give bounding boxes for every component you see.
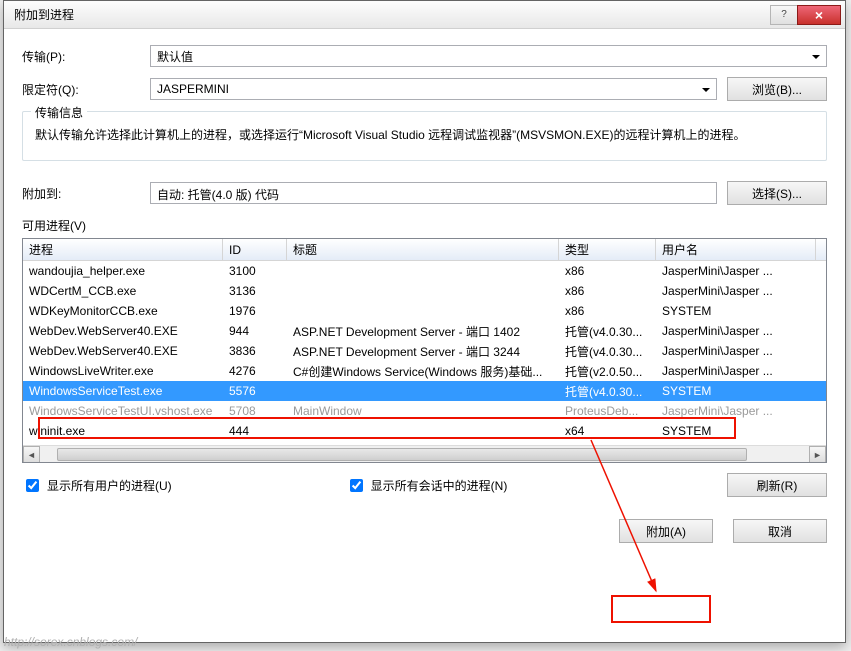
cell-id: 4276 bbox=[223, 364, 287, 378]
cell-user: JasperMini\Jasper ... bbox=[656, 344, 816, 358]
cell-title: ASP.NET Development Server - 端口 3244 bbox=[287, 343, 559, 360]
cell-proc: WindowsLiveWriter.exe bbox=[23, 364, 223, 378]
window-title: 附加到进程 bbox=[14, 6, 771, 23]
table-row[interactable]: WindowsServiceTestUI.vshost.exe5708MainW… bbox=[23, 401, 826, 421]
bottom-buttons: 附加(A) 取消 bbox=[22, 519, 827, 543]
cell-id: 3100 bbox=[223, 264, 287, 278]
show-all-users-checkbox[interactable] bbox=[26, 479, 39, 492]
cell-id: 5708 bbox=[223, 404, 287, 418]
cell-id: 3836 bbox=[223, 344, 287, 358]
scroll-thumb[interactable] bbox=[57, 448, 747, 461]
cancel-button[interactable]: 取消 bbox=[733, 519, 827, 543]
list-body: wandoujia_helper.exe3100x86JasperMini\Ja… bbox=[23, 261, 826, 445]
cell-id: 5576 bbox=[223, 384, 287, 398]
help-icon[interactable]: ? bbox=[770, 5, 798, 25]
available-label: 可用进程(V) bbox=[22, 217, 827, 234]
attach-to-value: 自动: 托管(4.0 版) 代码 bbox=[157, 188, 279, 202]
dialog-content: 传输(P): 默认值 限定符(Q): JASPERMINI 浏览(B)... 传… bbox=[4, 29, 845, 555]
transport-info-text: 默认传输允许选择此计算机上的进程，或选择运行“Microsoft Visual … bbox=[35, 122, 814, 148]
cell-user: SYSTEM bbox=[656, 424, 816, 438]
dialog-window: 附加到进程 ? × 传输(P): 默认值 限定符(Q): JASPERMINI … bbox=[3, 0, 846, 643]
col-id[interactable]: ID bbox=[223, 239, 287, 260]
attach-to-row: 附加到: 自动: 托管(4.0 版) 代码 选择(S)... bbox=[22, 181, 827, 205]
cell-proc: WebDev.WebServer40.EXE bbox=[23, 324, 223, 338]
table-row[interactable]: WebDev.WebServer40.EXE3836ASP.NET Develo… bbox=[23, 341, 826, 361]
table-row[interactable]: WebDev.WebServer40.EXE944ASP.NET Develop… bbox=[23, 321, 826, 341]
cell-user: JasperMini\Jasper ... bbox=[656, 284, 816, 298]
watermark: http://sorex.cnblogs.com/ bbox=[4, 635, 137, 649]
col-title[interactable]: 标题 bbox=[287, 239, 559, 260]
transport-info-group: 传输信息 默认传输允许选择此计算机上的进程，或选择运行“Microsoft Vi… bbox=[22, 111, 827, 161]
titlebar[interactable]: 附加到进程 ? × bbox=[4, 1, 845, 29]
transport-label: 传输(P): bbox=[22, 48, 150, 65]
cell-proc: WDKeyMonitorCCB.exe bbox=[23, 304, 223, 318]
select-button[interactable]: 选择(S)... bbox=[727, 181, 827, 205]
cell-id: 1976 bbox=[223, 304, 287, 318]
qualifier-label: 限定符(Q): bbox=[22, 81, 150, 98]
cell-id: 444 bbox=[223, 424, 287, 438]
show-all-sessions-checkbox[interactable] bbox=[350, 479, 363, 492]
table-row[interactable]: WDKeyMonitorCCB.exe1976 x86SYSTEM bbox=[23, 301, 826, 321]
col-process[interactable]: 进程 bbox=[23, 239, 223, 260]
cell-proc: wininit.exe bbox=[23, 424, 223, 438]
cell-type: x86 bbox=[559, 284, 656, 298]
close-icon[interactable]: × bbox=[797, 5, 841, 25]
table-row[interactable]: wandoujia_helper.exe3100 x86JasperMini\Ja… bbox=[23, 261, 826, 281]
transport-info-title: 传输信息 bbox=[31, 104, 87, 121]
scroll-left-icon[interactable]: ◄ bbox=[23, 446, 40, 463]
list-header: 进程 ID 标题 类型 用户名 bbox=[23, 239, 826, 261]
checkbox-row: 显示所有用户的进程(U) 显示所有会话中的进程(N) 刷新(R) bbox=[22, 473, 827, 497]
attach-to-label: 附加到: bbox=[22, 185, 150, 202]
cell-type: x86 bbox=[559, 304, 656, 318]
cell-type: 托管(v4.0.30... bbox=[559, 343, 656, 360]
cell-user: SYSTEM bbox=[656, 304, 816, 318]
table-row[interactable]: WDCertM_CCB.exe3136 x86JasperMini\Jasper … bbox=[23, 281, 826, 301]
cell-user: JasperMini\Jasper ... bbox=[656, 364, 816, 378]
qualifier-row: 限定符(Q): JASPERMINI 浏览(B)... bbox=[22, 77, 827, 101]
cell-id: 3136 bbox=[223, 284, 287, 298]
attach-button[interactable]: 附加(A) bbox=[619, 519, 713, 543]
table-row[interactable]: WindowsServiceTest.exe5576 托管(v4.0.30...S… bbox=[23, 381, 826, 401]
cell-proc: WDCertM_CCB.exe bbox=[23, 284, 223, 298]
cell-user: JasperMini\Jasper ... bbox=[656, 264, 816, 278]
attach-to-field: 自动: 托管(4.0 版) 代码 bbox=[150, 182, 717, 204]
cell-proc: wandoujia_helper.exe bbox=[23, 264, 223, 278]
transport-value: 默认值 bbox=[157, 48, 193, 65]
scroll-right-icon[interactable]: ► bbox=[809, 446, 826, 463]
show-all-users-label: 显示所有用户的进程(U) bbox=[47, 477, 172, 494]
cell-title: MainWindow bbox=[287, 404, 559, 418]
cell-type: 托管(v4.0.30... bbox=[559, 383, 656, 400]
qualifier-value: JASPERMINI bbox=[157, 82, 229, 96]
cell-proc: WebDev.WebServer40.EXE bbox=[23, 344, 223, 358]
table-row[interactable]: wininit.exe444 x64SYSTEM bbox=[23, 421, 826, 441]
cell-user: JasperMini\Jasper ... bbox=[656, 324, 816, 338]
show-all-sessions-label: 显示所有会话中的进程(N) bbox=[371, 477, 508, 494]
cell-id: 944 bbox=[223, 324, 287, 338]
cell-type: 托管(v4.0.30... bbox=[559, 323, 656, 340]
process-list[interactable]: 进程 ID 标题 类型 用户名 wandoujia_helper.exe3100… bbox=[22, 238, 827, 463]
transport-combo[interactable]: 默认值 bbox=[150, 45, 827, 67]
col-type[interactable]: 类型 bbox=[559, 239, 656, 260]
browse-button[interactable]: 浏览(B)... bbox=[727, 77, 827, 101]
show-all-users-check[interactable]: 显示所有用户的进程(U) bbox=[22, 476, 172, 495]
cell-title: C#创建Windows Service(Windows 服务)基础... bbox=[287, 363, 559, 380]
cell-user: SYSTEM bbox=[656, 384, 816, 398]
transport-row: 传输(P): 默认值 bbox=[22, 45, 827, 67]
refresh-button[interactable]: 刷新(R) bbox=[727, 473, 827, 497]
cell-type: 托管(v2.0.50... bbox=[559, 363, 656, 380]
qualifier-combo[interactable]: JASPERMINI bbox=[150, 78, 717, 100]
cell-type: ProteusDeb... bbox=[559, 404, 656, 418]
horizontal-scrollbar[interactable]: ◄ ► bbox=[23, 445, 826, 462]
cell-proc: WindowsServiceTest.exe bbox=[23, 384, 223, 398]
cell-proc: WindowsServiceTestUI.vshost.exe bbox=[23, 404, 223, 418]
cell-title: ASP.NET Development Server - 端口 1402 bbox=[287, 323, 559, 340]
window-buttons: ? × bbox=[771, 5, 841, 25]
table-row[interactable]: WindowsLiveWriter.exe4276C#创建Windows Ser… bbox=[23, 361, 826, 381]
cell-type: x64 bbox=[559, 424, 656, 438]
col-user[interactable]: 用户名 bbox=[656, 239, 816, 260]
show-all-sessions-check[interactable]: 显示所有会话中的进程(N) bbox=[346, 476, 508, 495]
cell-user: JasperMini\Jasper ... bbox=[656, 404, 816, 418]
cell-type: x86 bbox=[559, 264, 656, 278]
